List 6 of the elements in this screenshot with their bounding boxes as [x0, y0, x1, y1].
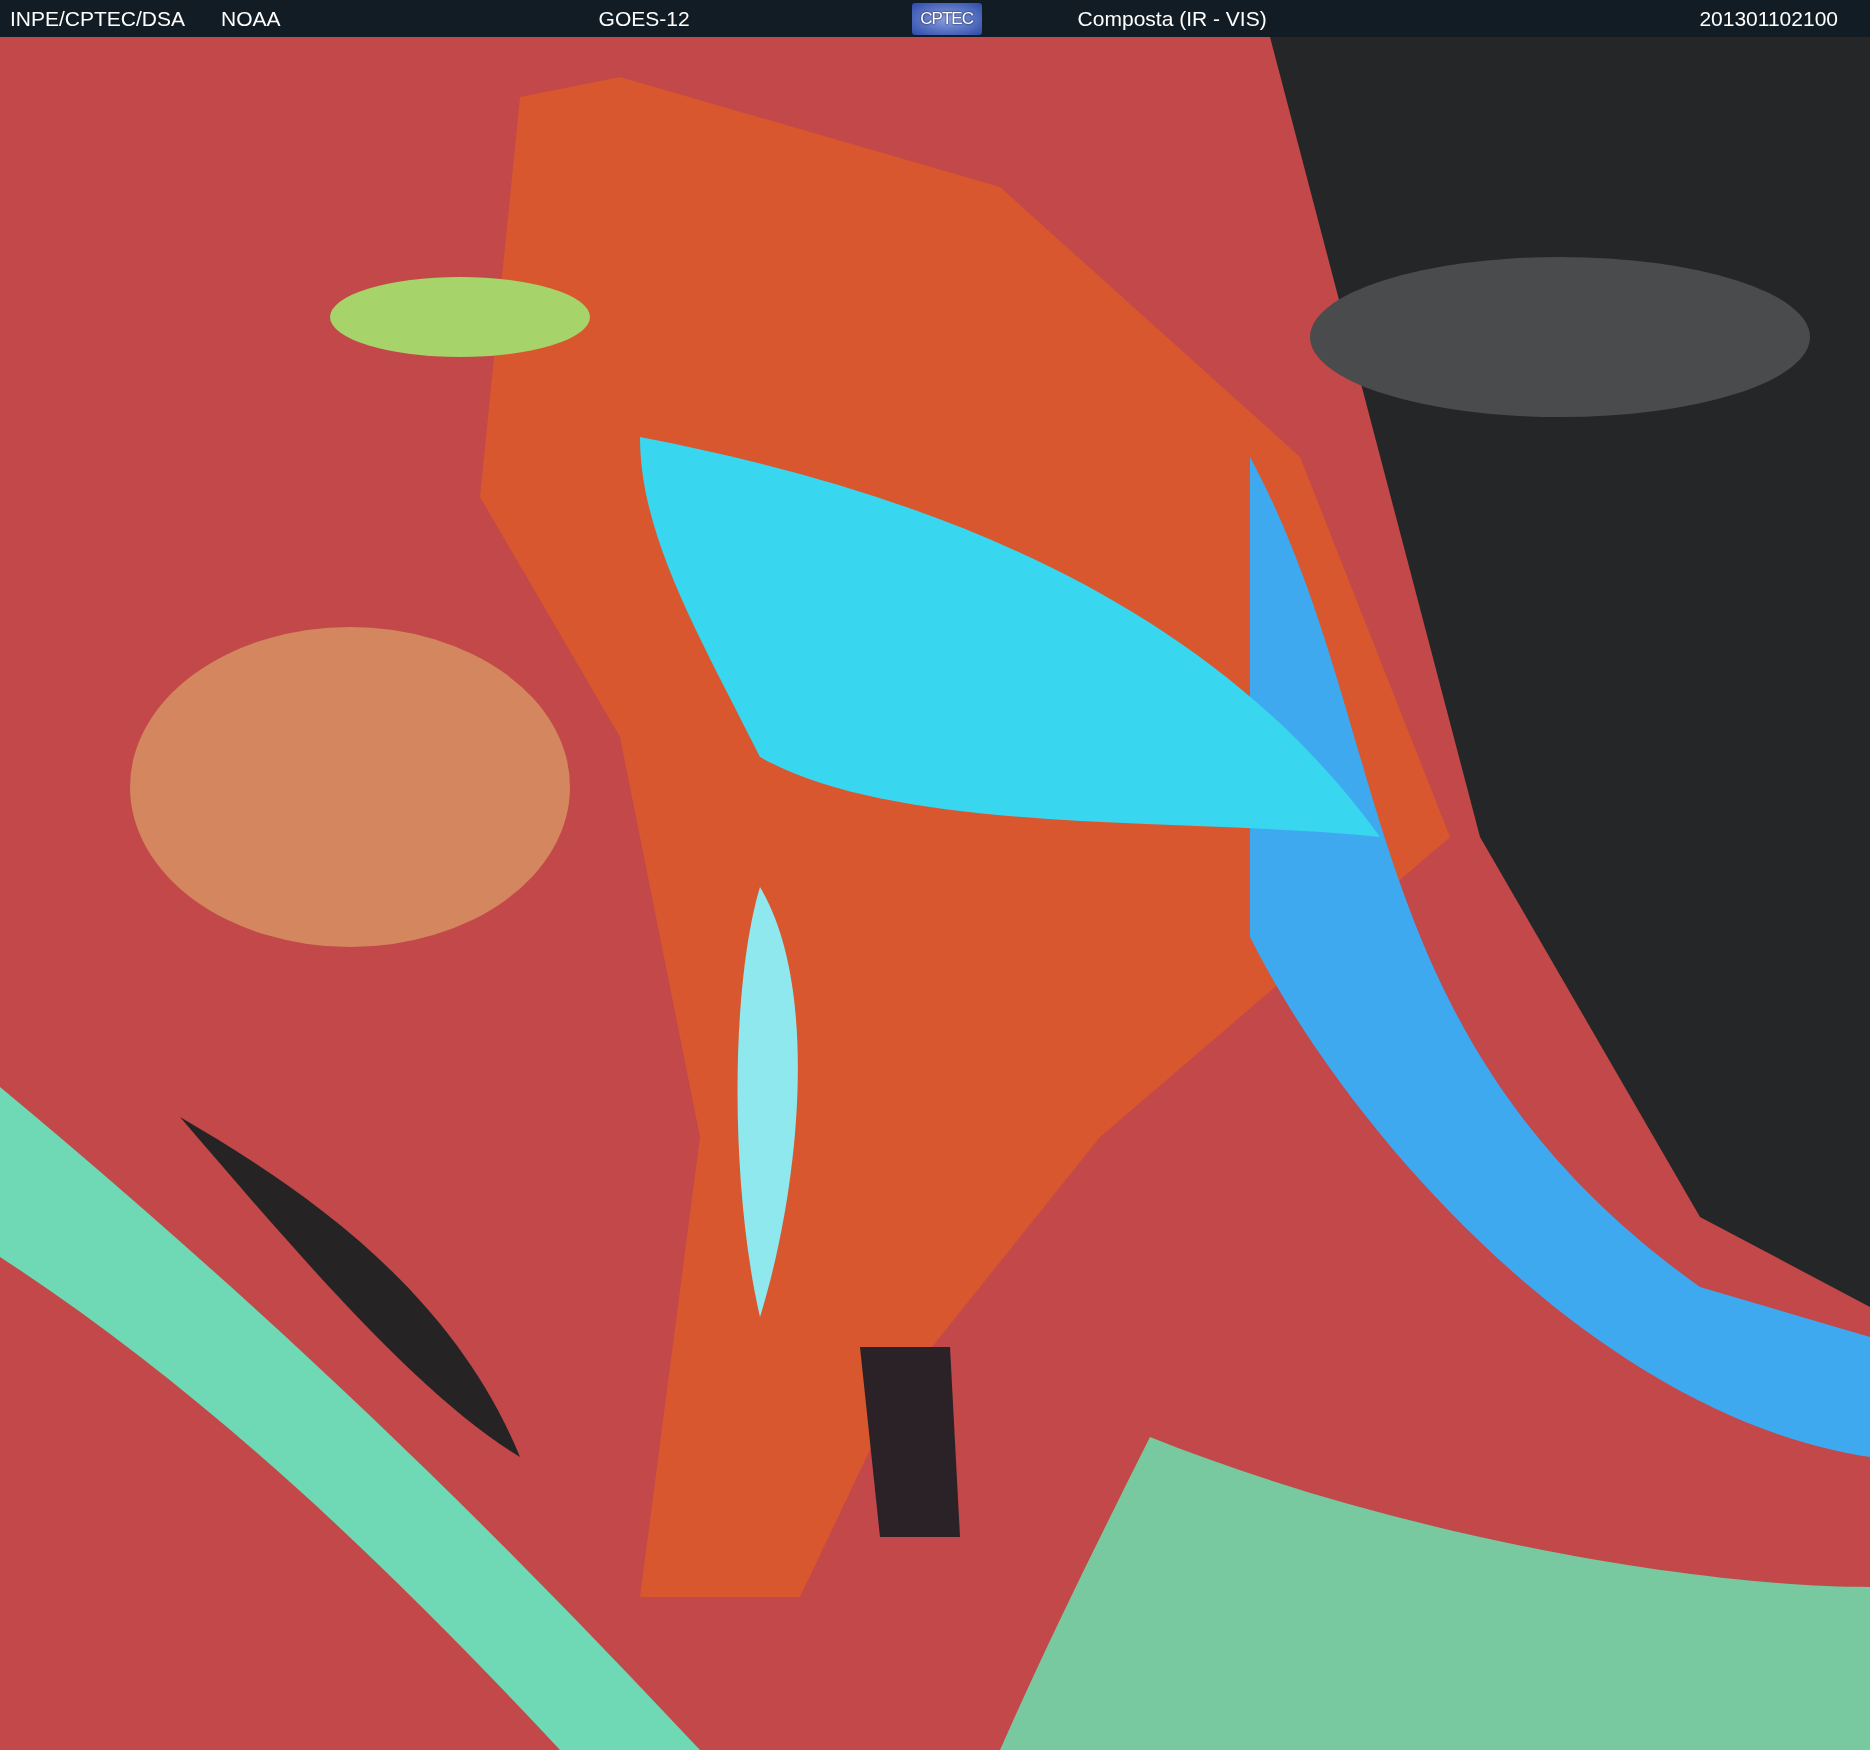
agency-label: NOAA — [221, 6, 281, 31]
logo: CPTEC — [911, 2, 982, 35]
satellite-label: GOES-12 — [598, 6, 690, 31]
timestamp-label: 201301102100 — [1699, 6, 1838, 31]
product-label: Composta (IR - VIS) — [1077, 6, 1267, 31]
source-label: INPE/CPTEC/DSA — [10, 6, 186, 31]
